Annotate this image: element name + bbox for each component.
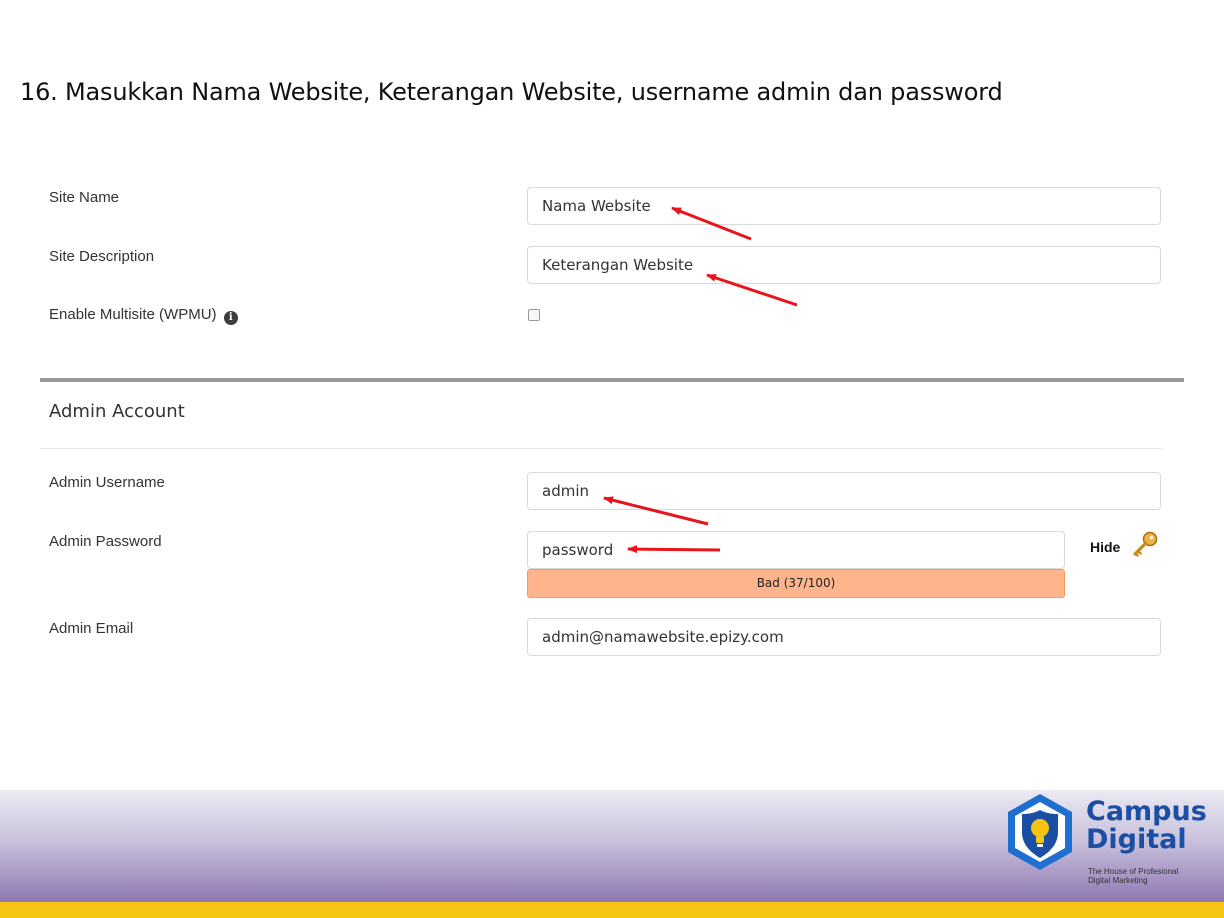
slide-heading: 16. Masukkan Nama Website, Keterangan We… (20, 78, 1003, 106)
password-strength-meter: Bad (37/100) (527, 569, 1065, 598)
annotation-arrows (603, 206, 798, 554)
admin-username-input[interactable]: admin (527, 472, 1161, 510)
multisite-label-text: Enable Multisite (WPMU) (49, 306, 217, 323)
tagline-line-1: The House of Profesional (1088, 867, 1179, 876)
multisite-checkbox[interactable] (528, 309, 540, 321)
brand-name: Campus Digital (1086, 798, 1207, 854)
brand-line-1: Campus (1086, 796, 1207, 827)
footer-accent-bar (0, 902, 1224, 918)
campus-digital-logo-icon (1008, 794, 1072, 870)
admin-password-input[interactable]: password (527, 531, 1065, 569)
tagline-line-2: Digital Marketing (1088, 876, 1148, 885)
hide-password-link[interactable]: Hide (1090, 539, 1120, 555)
brand-tagline: The House of Profesional Digital Marketi… (1088, 867, 1178, 885)
admin-email-input[interactable]: admin@namawebsite.epizy.com (527, 618, 1161, 656)
admin-username-label: Admin Username (49, 474, 165, 491)
section-divider (40, 378, 1184, 382)
brand-line-2: Digital (1086, 824, 1187, 855)
multisite-label: Enable Multisite (WPMU) i (49, 306, 238, 325)
admin-password-label: Admin Password (49, 533, 162, 550)
site-name-input[interactable]: Nama Website (527, 187, 1161, 225)
site-name-label: Site Name (49, 189, 120, 206)
site-description-input[interactable]: Keterangan Website (527, 246, 1161, 284)
info-icon[interactable]: i (223, 311, 238, 325)
admin-email-label: Admin Email (49, 620, 134, 637)
admin-account-title: Admin Account (49, 401, 185, 422)
site-description-label: Site Description (49, 248, 155, 265)
section-separator (40, 448, 1162, 449)
key-icon[interactable] (1130, 530, 1160, 560)
